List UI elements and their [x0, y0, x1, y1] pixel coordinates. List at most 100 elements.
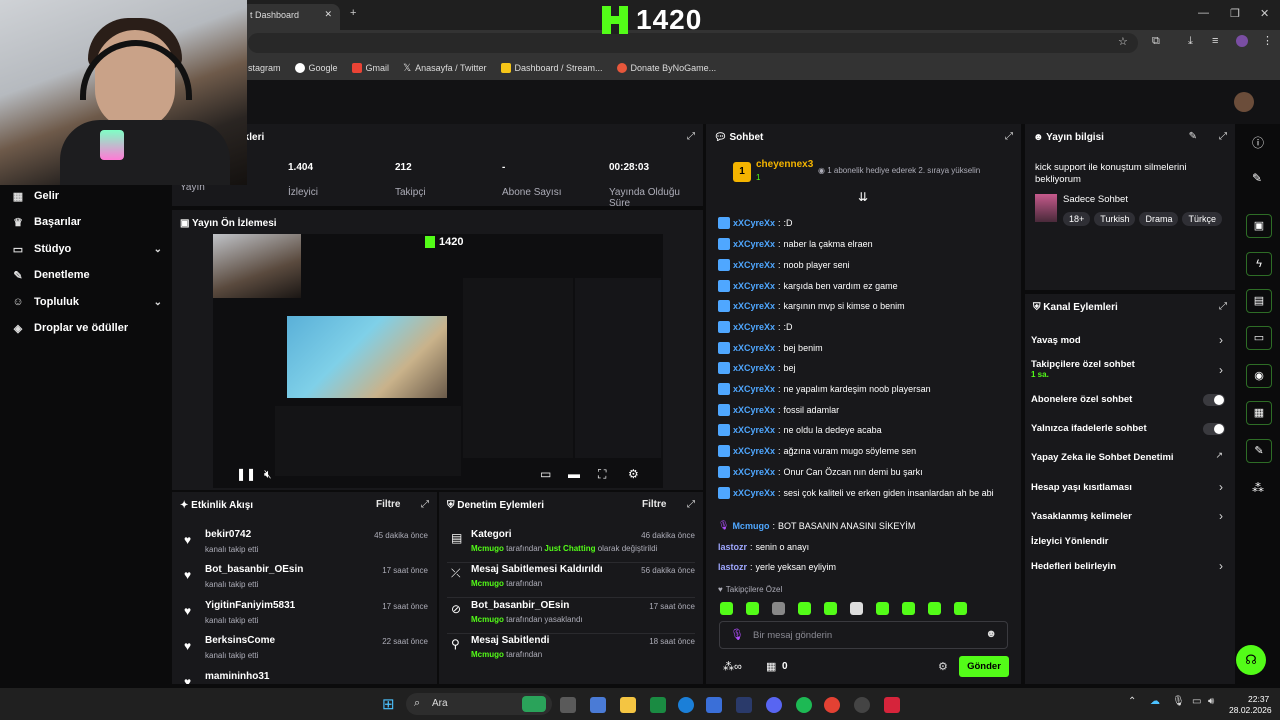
chat-username[interactable]: xXCyreXx	[733, 260, 775, 270]
window-close-icon[interactable]: ✕	[1260, 7, 1269, 20]
rail-button-store[interactable]: ▦	[1246, 401, 1272, 425]
network-icon[interactable]: ▭	[1192, 696, 1201, 707]
mail-icon[interactable]	[706, 697, 722, 713]
rail-button-clip[interactable]: ▣	[1246, 214, 1272, 238]
emote-icon[interactable]	[720, 602, 733, 615]
expand-icon[interactable]: ⤢	[421, 499, 429, 510]
mute-icon[interactable]: 🔇︎	[264, 467, 272, 482]
emote-icon[interactable]	[954, 602, 967, 615]
chat-username[interactable]: xXCyreXx	[733, 363, 775, 373]
task-view-icon[interactable]	[560, 697, 576, 713]
emoji-icon[interactable]: ☻	[985, 628, 997, 640]
info-icon[interactable]: ⓘ	[1252, 134, 1264, 151]
bookmark-google[interactable]: Google	[294, 63, 338, 73]
fullscreen-icon[interactable]: ⛶	[598, 467, 606, 482]
bookmark-instagram[interactable]: stagram	[248, 63, 281, 73]
rail-button-notes[interactable]: ▤	[1246, 289, 1272, 313]
subs-only-toggle[interactable]	[1203, 394, 1225, 406]
edit-icon[interactable]: ✎	[1189, 131, 1197, 142]
edge-icon[interactable]	[678, 697, 694, 713]
taskbar-search[interactable]: ⌕ Ara	[406, 693, 552, 715]
media-icon[interactable]: ≡	[1212, 35, 1218, 47]
mic-tray-icon[interactable]: 🎙︎	[1172, 696, 1185, 707]
chat-username[interactable]: xXCyreXx	[733, 467, 775, 477]
chat-username[interactable]: xXCyreXx	[733, 405, 775, 415]
new-tab-icon[interactable]: +	[350, 7, 356, 19]
expand-icon[interactable]: ⤢	[1005, 131, 1013, 142]
chat-username[interactable]: xXCyreXx	[733, 425, 775, 435]
chat-username[interactable]: xXCyreXx	[733, 239, 775, 249]
chat-username[interactable]: xXCyreXx	[733, 343, 775, 353]
profile-icon[interactable]	[1236, 35, 1248, 47]
expand-icon[interactable]: ⤢	[687, 131, 695, 142]
chat-username[interactable]: xXCyreXx	[733, 446, 775, 456]
extensions-icon[interactable]: ⧉	[1152, 35, 1160, 48]
chat-username[interactable]: xXCyreXx	[733, 488, 775, 498]
chat-input[interactable]: 🎙︎ Bir mesaj gönderin ☻	[719, 621, 1008, 649]
emote-icon[interactable]	[876, 602, 889, 615]
sidebar-item-denetleme[interactable]: ✎ Denetleme	[12, 269, 162, 282]
chat-username[interactable]: xXCyreXx	[733, 281, 775, 291]
star-icon[interactable]: ☆	[1118, 35, 1128, 48]
category-name[interactable]: Sadece Sohbet	[1063, 194, 1128, 205]
discord-icon[interactable]	[766, 697, 782, 713]
tray-chevron-icon[interactable]: ⌃	[1128, 696, 1136, 707]
emote-icon[interactable]	[824, 602, 837, 615]
app-icon[interactable]	[650, 697, 666, 713]
infinity-icon[interactable]: ⁂∞	[723, 660, 742, 673]
minimize-icon[interactable]: —	[1198, 7, 1209, 19]
channel-action-followers-only[interactable]: Takipçilere özel sohbet 1 sa. ›	[1031, 359, 1227, 379]
expand-icon[interactable]: ⤢	[1219, 301, 1227, 312]
emote-only-toggle[interactable]	[1203, 423, 1225, 435]
emote-icon[interactable]	[850, 602, 863, 615]
rail-button-mod[interactable]: ✎	[1246, 439, 1272, 463]
chat-username[interactable]: xXCyreXx	[733, 322, 775, 332]
settings-icon[interactable]: ⚙	[628, 467, 639, 481]
vpn-icon[interactable]	[736, 697, 752, 713]
community-icon[interactable]: ⁂	[1252, 481, 1264, 495]
sidebar-item-topluluk[interactable]: ☺ Topluluk ⌄	[12, 296, 162, 308]
chat-username[interactable]: xXCyreXx	[733, 218, 775, 228]
cloud-icon[interactable]: ☁	[1150, 696, 1160, 707]
windows-start-icon[interactable]: ⊞	[382, 695, 395, 713]
browser-tab[interactable]: t Dashboard ✕	[240, 4, 340, 30]
pip-icon[interactable]: ▭	[540, 467, 551, 481]
obs-icon[interactable]	[854, 697, 870, 713]
download-icon[interactable]: ⤓	[1188, 35, 1193, 48]
app-red-icon[interactable]	[884, 697, 900, 713]
maximize-icon[interactable]: ❐	[1230, 7, 1240, 20]
channel-action-goals[interactable]: Hedefleri belirleyin ›	[1031, 559, 1227, 573]
rail-button-chat[interactable]: ▭	[1246, 326, 1272, 350]
spotify-icon[interactable]	[796, 697, 812, 713]
channel-action-subs-only[interactable]: Abonelere özel sohbet	[1031, 394, 1227, 406]
gift-user[interactable]: cheyennex3	[756, 159, 813, 170]
pause-icon[interactable]: ❚❚	[236, 467, 256, 481]
sidebar-item-studyo[interactable]: ▭ Stüdyo ⌄	[12, 243, 162, 256]
channel-action-slow-mode[interactable]: Yavaş mod ›	[1031, 333, 1227, 347]
send-button[interactable]: Gönder	[959, 656, 1009, 677]
stream-preview[interactable]: 1420	[213, 234, 663, 488]
bookmark-gmail[interactable]: Gmail	[351, 63, 389, 73]
chat-username[interactable]: xXCyreXx	[733, 301, 775, 311]
chat-username[interactable]: xXCyreXx	[733, 384, 775, 394]
chrome-icon[interactable]	[824, 697, 840, 713]
clock-time[interactable]: 22:37	[1248, 694, 1269, 704]
expand-icon[interactable]: ⤢	[1219, 131, 1227, 142]
bookmark-dashboard[interactable]: Dashboard / Stream...	[500, 63, 603, 73]
clock-date[interactable]: 28.02.2026	[1229, 705, 1272, 715]
scroll-down-icon[interactable]: ⇊	[858, 190, 868, 204]
sidebar-item-gelir[interactable]: ▦ Gelir	[12, 190, 162, 203]
channel-action-account-age[interactable]: Hesap yaşı kısıtlaması ›	[1031, 480, 1227, 494]
copilot-icon[interactable]	[590, 697, 606, 713]
bookmark-twitter[interactable]: 𝕏 Anasayfa / Twitter	[403, 63, 486, 74]
menu-icon[interactable]: ⋮	[1262, 34, 1273, 47]
sidebar-item-droplar[interactable]: ◈ Droplar ve ödüller	[12, 322, 162, 335]
rail-button-flash[interactable]: ϟ	[1246, 252, 1272, 276]
category-thumbnail[interactable]	[1035, 194, 1057, 222]
emote-icon[interactable]	[798, 602, 811, 615]
channel-action-raid[interactable]: İzleyici Yönlendir	[1031, 536, 1227, 547]
close-icon[interactable]: ✕	[324, 9, 332, 20]
events-filter[interactable]: Filtre	[376, 499, 400, 510]
emote-icon[interactable]	[746, 602, 759, 615]
mod-filter[interactable]: Filtre	[642, 499, 666, 510]
